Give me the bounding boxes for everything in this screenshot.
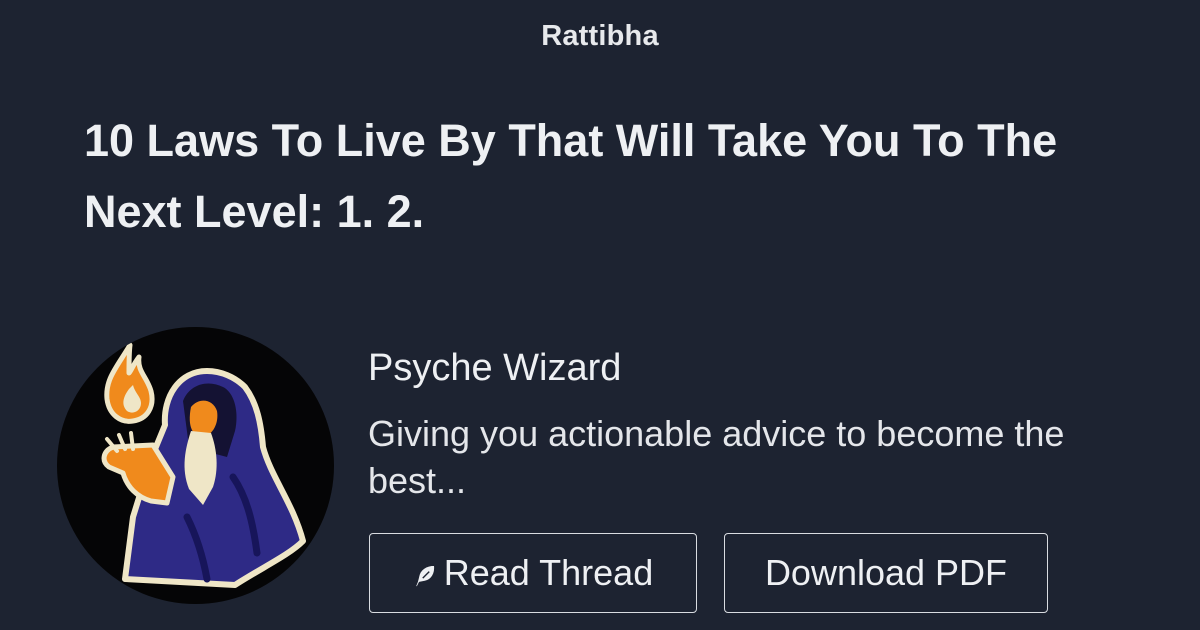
author-bio: Giving you actionable advice to become t…	[368, 413, 1065, 501]
download-pdf-label: Download PDF	[764, 552, 1008, 593]
feather-icon	[413, 564, 436, 588]
author-avatar[interactable]	[57, 327, 334, 604]
download-pdf-button[interactable]: Download PDF	[724, 533, 1048, 613]
wizard-avatar-icon	[101, 342, 306, 588]
read-thread-button[interactable]: Read Thread	[369, 533, 697, 613]
read-thread-label: Read Thread	[443, 552, 654, 593]
thread-title: 10 Laws To Live By That Will Take You To…	[84, 115, 1058, 237]
author-name[interactable]: Psyche Wizard	[368, 345, 621, 391]
site-name[interactable]: Rattibha	[0, 20, 1200, 53]
